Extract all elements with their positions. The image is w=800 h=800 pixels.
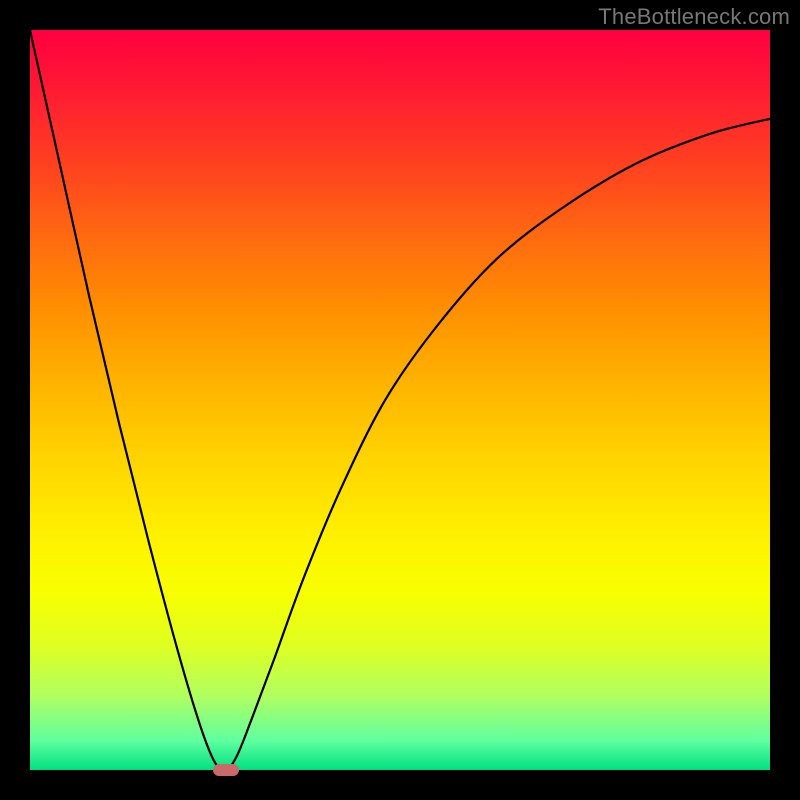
bottleneck-curve [30, 30, 770, 770]
chart-frame: TheBottleneck.com [0, 0, 800, 800]
trough-marker [213, 764, 239, 776]
watermark-text: TheBottleneck.com [598, 4, 790, 30]
plot-area [30, 30, 770, 770]
